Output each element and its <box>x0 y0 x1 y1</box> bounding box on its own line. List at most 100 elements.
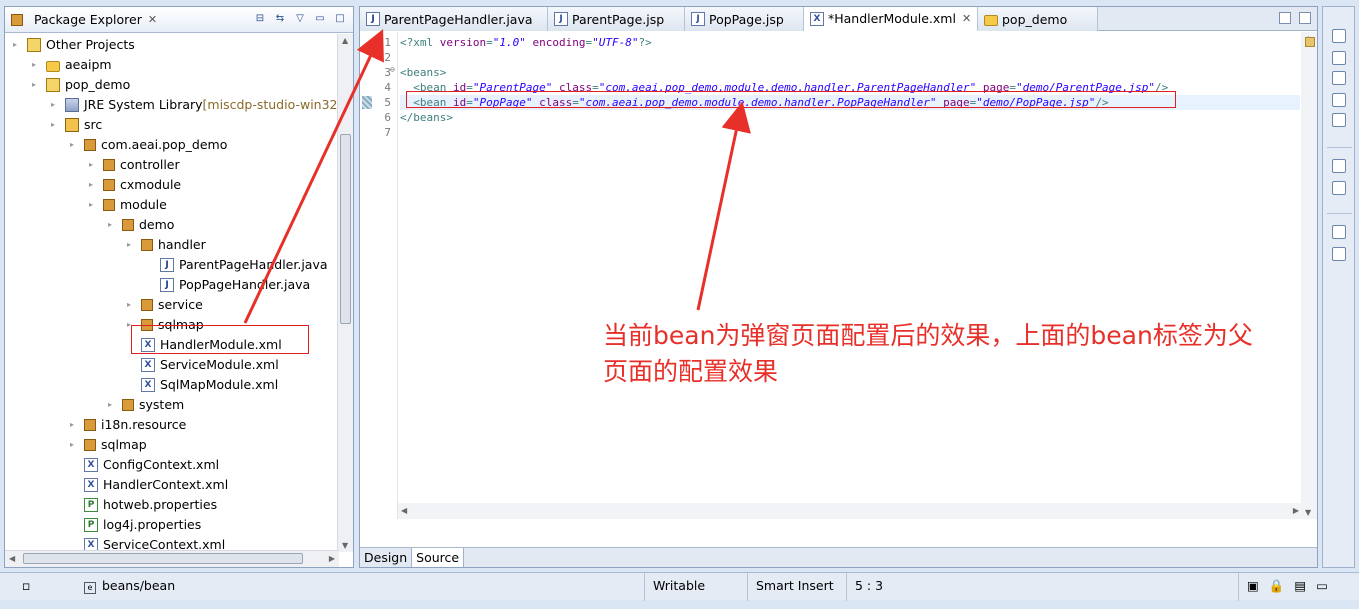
vertical-scrollbar[interactable]: ▲ ▼ <box>337 34 353 552</box>
lock-icon[interactable]: 🔒 <box>1269 578 1285 593</box>
tree-item-label: system <box>139 397 185 412</box>
tree-expand-icon[interactable]: ▸ <box>127 295 137 315</box>
overview-ruler-marker[interactable] <box>1305 37 1315 47</box>
tree-item[interactable]: ▸ system <box>108 395 184 415</box>
tree-item[interactable]: ▸ module <box>89 195 167 215</box>
tree-item[interactable]: Plog4j.properties <box>70 515 201 535</box>
editor-tab[interactable]: J PopPage.jsp <box>685 7 804 31</box>
scrollbar-thumb[interactable] <box>340 134 351 324</box>
line-number-ruler: 1 2 3 4 5 6 7 ⊖ <box>360 32 398 519</box>
tree-expand-icon[interactable]: ▸ <box>108 215 118 235</box>
tree-item[interactable]: ▸ i18n.resource <box>70 415 186 435</box>
scrollbar-thumb[interactable] <box>23 553 303 564</box>
tree-item-label: ConfigContext.xml <box>103 457 220 472</box>
scroll-left-icon[interactable]: ◀ <box>9 554 15 563</box>
editor-tab[interactable]: pop_demo <box>978 7 1098 31</box>
tree-item[interactable]: ▸ JRE System Library [miscdp-studio-win32… <box>51 95 339 115</box>
restore-icon[interactable]: ▣ <box>1247 578 1259 593</box>
code-token: ?> <box>638 36 652 49</box>
restore-icon[interactable] <box>1332 225 1346 239</box>
tree-expand-icon[interactable]: ▸ <box>89 155 99 175</box>
code-line[interactable]: <?xml version="1.0" encoding="UTF-8"?> <box>400 35 1300 50</box>
horizontal-scrollbar[interactable]: ◀ ▶ <box>398 503 1302 519</box>
tree-item[interactable]: ▸ service <box>127 295 203 315</box>
tree-item[interactable]: ▸ aeaipm <box>32 55 112 75</box>
maximize-icon[interactable]: □ <box>333 12 347 26</box>
tree-expand-icon[interactable]: ▸ <box>51 115 61 135</box>
tree-expand-icon[interactable]: ▸ <box>32 75 42 95</box>
xml-file-icon: X <box>141 378 155 392</box>
scroll-right-icon[interactable]: ▶ <box>329 554 335 563</box>
tree-item[interactable]: J ParentPageHandler.java <box>146 255 328 275</box>
code-line[interactable] <box>400 125 1300 140</box>
tree-item[interactable]: X ConfigContext.xml <box>70 455 219 475</box>
tree-expand-icon[interactable]: ▸ <box>89 195 99 215</box>
code-token: encoding <box>532 36 586 49</box>
editor-tab[interactable]: J ParentPage.jsp <box>548 7 685 31</box>
tree-item-label: aeaipm <box>65 57 112 72</box>
minimize-icon[interactable]: ▭ <box>313 12 327 26</box>
project-folder-icon <box>46 60 60 72</box>
editor-tab[interactable]: X *HandlerModule.xml ✕ <box>804 7 978 31</box>
view-menu-icon[interactable]: ▽ <box>293 12 307 26</box>
fast-view-icon[interactable]: ▫ <box>14 573 74 601</box>
code-line[interactable]: </beans> <box>400 110 1300 125</box>
scroll-up-icon[interactable]: ▲ <box>342 36 348 45</box>
restore-icon[interactable] <box>1332 159 1346 173</box>
fold-icon[interactable]: ⊖ <box>390 65 395 74</box>
package-icon <box>84 419 96 431</box>
restore-icon[interactable] <box>1332 29 1346 43</box>
tree-item[interactable]: X SqlMapModule.xml <box>127 375 278 395</box>
tree-expand-icon[interactable]: ▸ <box>108 395 118 415</box>
tasks-icon[interactable] <box>1332 113 1346 127</box>
link-with-editor-icon[interactable]: ⇆ <box>273 12 287 26</box>
java-file-icon: J <box>366 12 380 26</box>
tree-expand-icon[interactable]: ▸ <box>70 415 80 435</box>
tree-item[interactable]: ▸ sqlmap <box>70 435 147 455</box>
tab-design[interactable]: Design <box>360 548 413 567</box>
tree-item[interactable]: ▸ com.aeai.pop_demo <box>70 135 227 155</box>
declaration-icon[interactable] <box>1332 93 1346 107</box>
code-line[interactable]: <beans> <box>400 65 1300 80</box>
tree-item[interactable]: ▸ pop_demo <box>32 75 130 95</box>
tree-expand-icon[interactable]: ▸ <box>32 55 42 75</box>
tree-expand-icon[interactable]: ▸ <box>127 235 137 255</box>
tree-item[interactable]: ▸ handler <box>127 235 206 255</box>
horizontal-scrollbar[interactable]: ◀ ▶ <box>5 550 339 567</box>
progress-icon[interactable]: ▤ <box>1294 578 1306 593</box>
hierarchy-icon[interactable] <box>1332 181 1346 195</box>
outline-icon[interactable] <box>1332 51 1346 65</box>
tab-source[interactable]: Source <box>412 548 465 567</box>
tree-item[interactable]: ▸ demo <box>108 215 174 235</box>
scroll-down-icon[interactable]: ▼ <box>1305 508 1311 517</box>
scroll-left-icon[interactable]: ◀ <box>401 506 407 515</box>
package-explorer-tab[interactable]: Package Explorer ✕ ⊟ ⇆ ▽ ▭ □ <box>5 7 353 33</box>
console-icon[interactable] <box>1332 247 1346 261</box>
tree-item[interactable]: ▸ Other Projects <box>13 35 135 55</box>
javadoc-icon[interactable] <box>1332 71 1346 85</box>
monitor-icon[interactable]: ▭ <box>1316 578 1328 593</box>
tree-expand-icon[interactable]: ▸ <box>89 175 99 195</box>
vertical-scrollbar[interactable]: ▲ ▼ <box>1301 32 1317 519</box>
scroll-right-icon[interactable]: ▶ <box>1293 506 1299 515</box>
tree-item[interactable]: ▸ cxmodule <box>89 175 181 195</box>
tree-item[interactable]: ▸ controller <box>89 155 180 175</box>
code-line[interactable] <box>400 50 1300 65</box>
tree-expand-icon[interactable]: ▸ <box>13 35 23 55</box>
tree-expand-icon[interactable]: ▸ <box>51 95 61 115</box>
tree-item[interactable]: ▸ src <box>51 115 102 135</box>
tree-item[interactable]: J PopPageHandler.java <box>146 275 310 295</box>
code-token: <beans> <box>400 66 447 79</box>
maximize-icon[interactable] <box>1299 12 1311 24</box>
editor-tab[interactable]: J ParentPageHandler.java <box>360 7 548 31</box>
collapse-all-icon[interactable]: ⊟ <box>253 12 267 26</box>
tree-item[interactable]: Photweb.properties <box>70 495 217 515</box>
close-icon[interactable]: ✕ <box>148 13 157 26</box>
tree-expand-icon[interactable]: ▸ <box>70 435 80 455</box>
scroll-down-icon[interactable]: ▼ <box>342 541 348 550</box>
tree-item[interactable]: X ServiceModule.xml <box>127 355 279 375</box>
tree-expand-icon[interactable]: ▸ <box>70 135 80 155</box>
tree-item[interactable]: X HandlerContext.xml <box>70 475 228 495</box>
close-icon[interactable]: ✕ <box>962 12 971 25</box>
minimize-icon[interactable] <box>1279 12 1291 24</box>
